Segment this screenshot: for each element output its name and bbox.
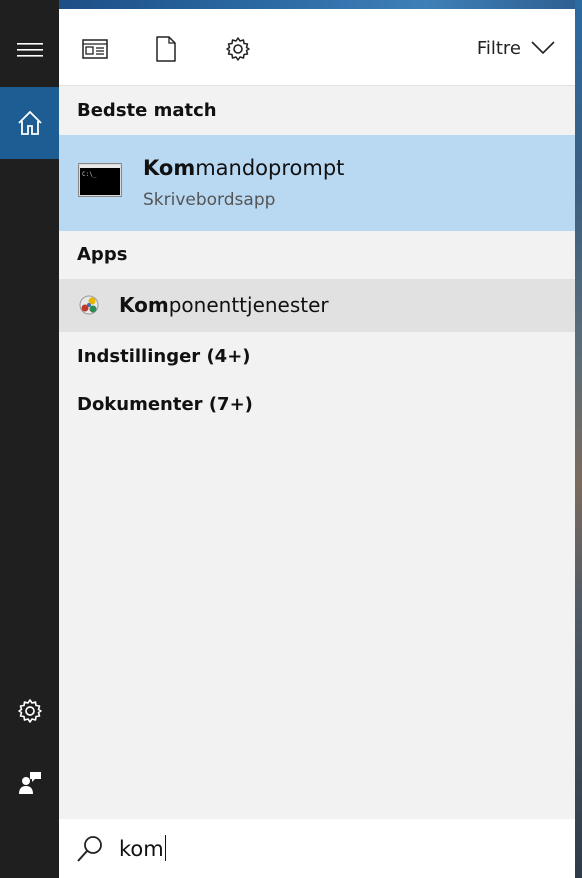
start-rail [0, 0, 59, 878]
section-apps: Apps [77, 244, 128, 265]
svg-text:C:\_: C:\_ [82, 171, 97, 178]
text-caret [164, 835, 166, 861]
settings-icon [226, 37, 250, 61]
hamburger-button[interactable] [0, 14, 59, 86]
filter-dropdown[interactable]: Filtre [477, 33, 555, 63]
filter-label: Filtre [476, 37, 521, 59]
section-settings[interactable]: Indstillinger (4+) [77, 346, 251, 367]
search-box[interactable]: kom [59, 819, 575, 878]
best-match-result[interactable]: C:\_ Kommandoprompt Skrivebordsapp [59, 135, 575, 231]
best-match-title: Kommandoprompt [143, 156, 345, 180]
search-input[interactable]: kom [119, 835, 166, 861]
component-services-icon [79, 295, 99, 315]
scope-toolbar: Filtre [59, 9, 575, 86]
chevron-down-icon [531, 41, 555, 55]
settings-icon [17, 699, 42, 723]
best-match-subtitle: Skrivebordsapp [143, 190, 276, 210]
hamburger-icon [16, 43, 43, 57]
search-icon [77, 836, 102, 862]
app-result-label: Komponenttjenester [119, 293, 329, 317]
app-result-item[interactable]: Komponenttjenester [59, 279, 575, 332]
documents-icon [156, 36, 176, 62]
apps-scope-button[interactable] [77, 31, 113, 67]
documents-scope-button[interactable] [148, 31, 184, 67]
section-documents[interactable]: Dokumenter (7+) [77, 394, 253, 415]
home-icon [17, 110, 42, 135]
home-button[interactable] [0, 87, 59, 159]
feedback-icon [18, 772, 41, 794]
search-panel: Filtre Bedste match C:\_ Kommandoprompt … [59, 9, 575, 878]
search-query: kom [119, 837, 164, 861]
desktop-wallpaper-edge [575, 0, 582, 878]
settings-scope-button[interactable] [220, 31, 256, 67]
section-best-match: Bedste match [77, 100, 217, 121]
desktop-wallpaper-top [59, 0, 582, 9]
feedback-button[interactable] [0, 747, 59, 819]
apps-icon [82, 39, 108, 59]
command-prompt-icon: C:\_ [78, 163, 122, 197]
rail-settings-button[interactable] [0, 675, 59, 747]
